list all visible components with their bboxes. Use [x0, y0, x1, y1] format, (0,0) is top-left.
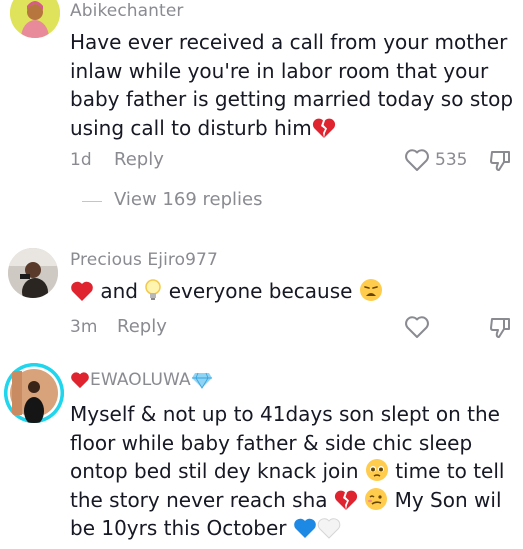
comment-text: Myself & not up to 41days son slept on t…	[70, 400, 504, 543]
comment-line: time to tell	[395, 459, 505, 483]
comment-line: baby father is getting married today so …	[70, 87, 514, 111]
comment-line: the story never reach sha	[70, 487, 328, 512]
comment-username[interactable]: Precious Ejiro977	[70, 250, 218, 270]
heart-outline-icon[interactable]	[404, 315, 430, 339]
comment-item: Abikechanter Have ever received a call f…	[0, 0, 523, 225]
dislike-icon[interactable]	[488, 315, 514, 341]
comment-line: Have ever received a call from your moth…	[70, 30, 508, 54]
comment-text-part: and	[100, 279, 138, 303]
heart-outline-icon[interactable]	[404, 148, 430, 172]
pleading-face-emoji	[365, 459, 389, 483]
avatar[interactable]	[8, 248, 58, 298]
broken-heart-emoji	[312, 116, 336, 140]
comment-line: floor while baby father & side chic slee…	[70, 430, 473, 455]
gem-emoji	[191, 370, 213, 390]
reply-button[interactable]: Reply	[117, 316, 167, 337]
weary-face-emoji	[359, 279, 383, 303]
comment-username[interactable]: EWAOLUWA	[70, 370, 213, 390]
comment-line: using call to disturb him	[70, 115, 312, 140]
comment-text: and everyone because	[70, 277, 383, 306]
white-heart-emoji	[317, 516, 341, 540]
red-heart-emoji	[70, 370, 90, 390]
comment-text-part: everyone because	[168, 279, 353, 303]
comment-username[interactable]: Abikechanter	[70, 1, 183, 21]
comment-timestamp: 1d	[70, 150, 92, 170]
like-count: 535	[435, 150, 468, 170]
comment-item: Precious Ejiro977 and everyone because 3…	[0, 240, 523, 355]
red-heart-emoji	[70, 279, 94, 303]
light-bulb-emoji	[144, 279, 162, 303]
avatar-with-story-ring[interactable]	[4, 363, 64, 423]
divider-line	[82, 201, 102, 202]
comment-line: My Son wil	[394, 487, 502, 512]
reply-button[interactable]: Reply	[114, 149, 164, 170]
comment-timestamp: 3m	[70, 317, 98, 337]
comment-line: be 10yrs this October	[70, 516, 287, 540]
view-replies-label: View 169 replies	[114, 189, 263, 210]
comment-line: ontop bed stil dey knack join	[70, 459, 359, 483]
username-text: EWAOLUWA	[90, 370, 191, 390]
comment-line: inlaw while you're in labor room that yo…	[70, 58, 489, 83]
dislike-icon[interactable]	[488, 148, 514, 174]
avatar[interactable]	[10, 0, 60, 38]
woozy-face-emoji	[364, 487, 388, 512]
comment-line: Myself & not up to 41days son slept on t…	[70, 402, 500, 426]
broken-heart-emoji	[334, 488, 358, 512]
comment-text: Have ever received a call from your moth…	[70, 28, 513, 142]
comment-item: EWAOLUWA Myself & not up to 41days son s…	[0, 360, 523, 549]
blue-heart-emoji	[293, 516, 317, 540]
